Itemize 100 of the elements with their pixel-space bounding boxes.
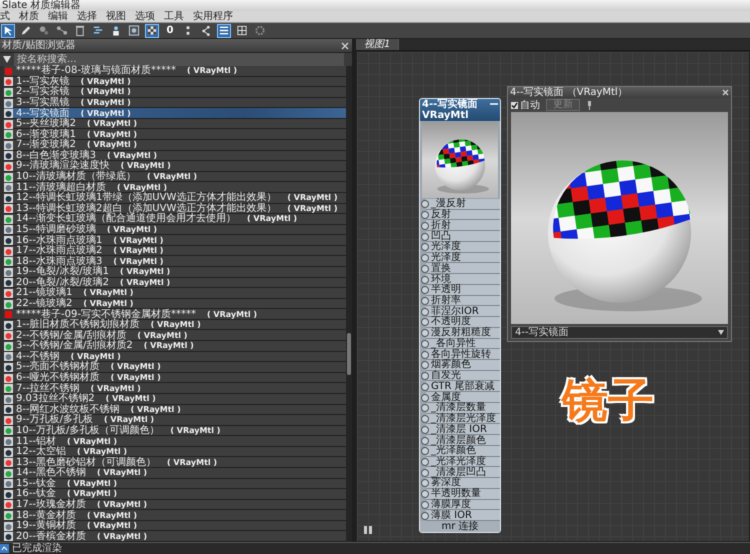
material-list-item[interactable]: 14--渐变长虹玻璃（配合通道使用会用才去使用） ( VRayMtl )	[4, 214, 346, 225]
toolbar-button[interactable]	[73, 24, 87, 38]
material-thumbnail-icon	[4, 320, 13, 330]
material-list-item[interactable]: 13--黑色磨砂铝材（可调颜色） ( VRayMtl )	[4, 457, 346, 468]
material-list-item[interactable]: 19--龟裂/冰裂/玻璃1 ( VRayMtl )	[4, 266, 346, 278]
material-list-item[interactable]: 5--亮面不锈钢材质 ( VRayMtl )	[4, 362, 346, 373]
toolbar-button[interactable]	[235, 24, 249, 38]
window-title: Slate 材质编辑器	[2, 0, 81, 11]
material-type: ( VRayMtl )	[120, 278, 170, 288]
material-list-item[interactable]: 20--香槟金材质 ( VRayMtl )	[4, 531, 346, 542]
branch-icon	[200, 24, 212, 37]
material-list-item[interactable]: 22--镜玻璃2 ( VRayMtl )	[4, 298, 346, 310]
material-list-item[interactable]: 7--拉丝不锈钢 ( VRayMtl )	[4, 383, 346, 394]
material-list-item[interactable]: 3--不锈钢/金属/刮痕材质2 ( VRayMtl )	[4, 341, 346, 352]
material-list-item[interactable]: 9--清玻璃渲染速度快 ( VRayMtl )	[4, 161, 346, 172]
material-type: ( VRayMtl )	[86, 521, 138, 532]
material-list-item[interactable]: 10--万孔板/多孔板（可调颜色） ( VRayMtl )	[4, 426, 346, 436]
material-name: 8--网红水波纹板不锈钢	[16, 404, 120, 415]
material-thumbnail-icon	[4, 384, 13, 394]
material-list-item[interactable]: 1--脏旧材质不锈钢划痕材质 ( VRayMtl )	[4, 320, 346, 330]
menu-item[interactable]: 视图	[106, 11, 126, 22]
material-thumbnail-icon	[4, 140, 13, 150]
menu-item[interactable]: 选择	[77, 11, 97, 22]
material-list-item[interactable]: 18--黄金材质 ( VRayMtl )	[4, 510, 346, 521]
material-name: 4--不锈钢	[16, 352, 60, 362]
material-name: 22--镜玻璃2	[16, 299, 72, 309]
material-list-item[interactable]: 9.03拉丝不锈钢2 ( VRayMtl )	[4, 394, 346, 404]
toolbar-button[interactable]	[19, 24, 33, 38]
material-list-item[interactable]: 18--水珠雨点玻璃3 ( VRayMtl )	[4, 256, 346, 267]
toolbar-button[interactable]: 0	[163, 24, 177, 38]
material-list-item[interactable]: 2--写实茶镜 ( VRayMtl )	[4, 87, 346, 98]
material-list-item[interactable]: 11--清玻璃超白材质 ( VRayMtl )	[4, 182, 346, 193]
material-list-item[interactable]: *****巷子-09-写实不锈钢金属材质***** ( VRayMtl )	[4, 309, 346, 320]
material-thumbnail-icon	[4, 172, 13, 182]
triangle-icon[interactable]	[3, 56, 11, 63]
material-list-item[interactable]: 3--写实黑镜 ( VRayMtl )	[4, 98, 346, 108]
material-list-item[interactable]: 10--清玻璃材质（带绿底） ( VRayMtl )	[4, 172, 346, 182]
material-type: ( VRayMtl )	[150, 320, 201, 330]
menu-item[interactable]: 选项	[135, 11, 155, 22]
material-thumbnail-icon	[4, 151, 13, 160]
material-list-item[interactable]: 7--渐变玻璃2 ( VRayMtl )	[4, 140, 346, 151]
socket-label: 半透明数量	[431, 489, 481, 500]
toolbar-button[interactable]	[1, 24, 15, 38]
material-name: 11--清玻璃超白材质	[16, 182, 106, 193]
material-name: 9--清玻璃渲染速度快	[16, 161, 110, 172]
material-list-item[interactable]: 15--特调磨砂玻璃 ( VRayMtl )	[4, 224, 346, 236]
material-list-item[interactable]: 12--太空铝 ( VRayMtl )	[4, 446, 346, 458]
toolbar-button[interactable]	[145, 24, 159, 38]
material-thumbnail-icon	[4, 374, 13, 383]
checkbox-label: 自动	[520, 99, 540, 112]
scrollbar-thumb[interactable]	[347, 332, 351, 376]
material-type: ( VRayMtl )	[80, 98, 131, 108]
socket-label: 雾深度	[431, 478, 461, 488]
material-thumbnail-icon	[4, 236, 13, 246]
toolbar-button[interactable]	[55, 24, 69, 38]
toolbar-button[interactable]	[127, 24, 141, 38]
minimize-icon[interactable]	[490, 101, 498, 107]
material-list-item[interactable]: 14--黑色不锈钢 ( VRayMtl )	[4, 468, 346, 479]
material-thumbnail-icon	[4, 522, 13, 531]
material-name: 19--龟裂/冰裂/玻璃1	[16, 267, 110, 278]
material-list-item[interactable]: 17--水珠雨点玻璃2 ( VRayMtl )	[4, 246, 346, 256]
material-list-item[interactable]: 9--万孔板/多孔板 ( VRayMtl )	[4, 415, 346, 426]
menu-item[interactable]: 式	[0, 11, 10, 22]
material-list-item[interactable]: 16--钛金 ( VRayMtl )	[4, 489, 346, 500]
menu-item[interactable]: 编辑	[48, 11, 68, 22]
caret-icon	[718, 330, 724, 335]
material-list-item[interactable]: 19--黄铜材质 ( VRayMtl )	[4, 520, 346, 532]
material-list-item[interactable]: 12--特调长虹玻璃1带绿（添加UVW选正方体才能出效果） ( VRayMtl )	[4, 192, 346, 204]
auto-checkbox[interactable]	[511, 102, 518, 108]
material-list-item[interactable]: 5--夹丝玻璃2 ( VRayMtl )	[4, 118, 346, 130]
toolbar-button[interactable]	[217, 24, 231, 38]
material-list-item[interactable]: 4--写实镜面 ( VRayMtl )	[4, 108, 346, 119]
menu-item[interactable]: 工具	[164, 11, 184, 22]
node-header[interactable]: 4--写实镜面 VRayMtl	[420, 99, 500, 121]
menu-item[interactable]: 实用程序	[193, 11, 233, 22]
node-footer: mr 连接	[420, 521, 500, 532]
material-list-item[interactable]: 21--镜玻璃1 ( VRayMtl )	[4, 288, 346, 299]
material-list-item[interactable]: 16--水珠雨点玻璃1 ( VRayMtl )	[4, 235, 346, 246]
material-thumbnail-icon	[4, 511, 13, 520]
material-list-item[interactable]: 11--铝材 ( VRayMtl )	[4, 436, 346, 447]
material-list-item[interactable]: 15--钛金 ( VRayMtl )	[4, 478, 346, 490]
material-list-item[interactable]: *****巷子-08-玻璃与镜面材质***** ( VRayMtl )	[4, 66, 346, 77]
view-tab[interactable]: 视图1	[356, 39, 400, 50]
menu-item[interactable]: 材质	[19, 11, 39, 22]
material-dropdown[interactable]: 4--写实镜面	[511, 326, 728, 339]
search-field[interactable]: 按名称搜索...	[14, 53, 344, 66]
material-type: ( VRayMtl )	[113, 236, 164, 246]
close-icon[interactable]	[722, 89, 729, 96]
material-list-item[interactable]: 17--玫瑰金材质 ( VRayMtl )	[4, 500, 346, 510]
material-type: ( VRayMtl )	[66, 436, 118, 447]
material-type: ( VRayMtl )	[106, 224, 158, 235]
person-icon	[110, 24, 122, 37]
pin-icon[interactable]	[586, 100, 593, 110]
close-icon[interactable]	[341, 42, 349, 50]
material-thumbnail-icon	[4, 416, 13, 425]
material-list-item[interactable]: 6--哑光不锈钢材质 ( VRayMtl )	[4, 372, 346, 384]
material-type: ( VRayMtl )	[104, 415, 154, 424]
bars-icon[interactable]	[363, 525, 373, 535]
material-name: 17--水珠雨点玻璃2	[16, 246, 102, 256]
material-type: ( VRayMtl )	[90, 384, 141, 394]
